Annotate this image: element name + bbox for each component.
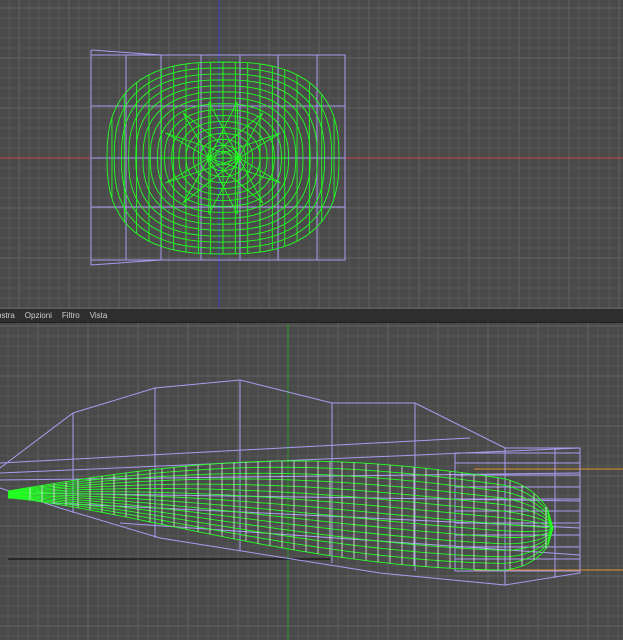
side-view-grid [0,323,623,640]
cage-edge [0,437,471,464]
front-view-grid [0,0,623,308]
menu-item-vista[interactable]: Vista [85,309,113,322]
viewport-menubar: ostra Opzioni Filtro Vista [0,308,623,323]
viewport-side[interactable] [0,323,623,640]
side-view-hull-wireframe[interactable] [7,460,554,571]
wire-spoke [182,112,240,159]
menu-item-opzioni[interactable]: Opzioni [20,309,57,322]
front-view-canvas[interactable] [0,0,623,308]
wire-spoke [182,157,240,204]
side-view-canvas[interactable] [0,323,623,640]
viewport-front[interactable] [0,0,623,308]
menu-item-filtro[interactable]: Filtro [57,309,85,322]
menu-item-mostra[interactable]: ostra [0,309,20,322]
